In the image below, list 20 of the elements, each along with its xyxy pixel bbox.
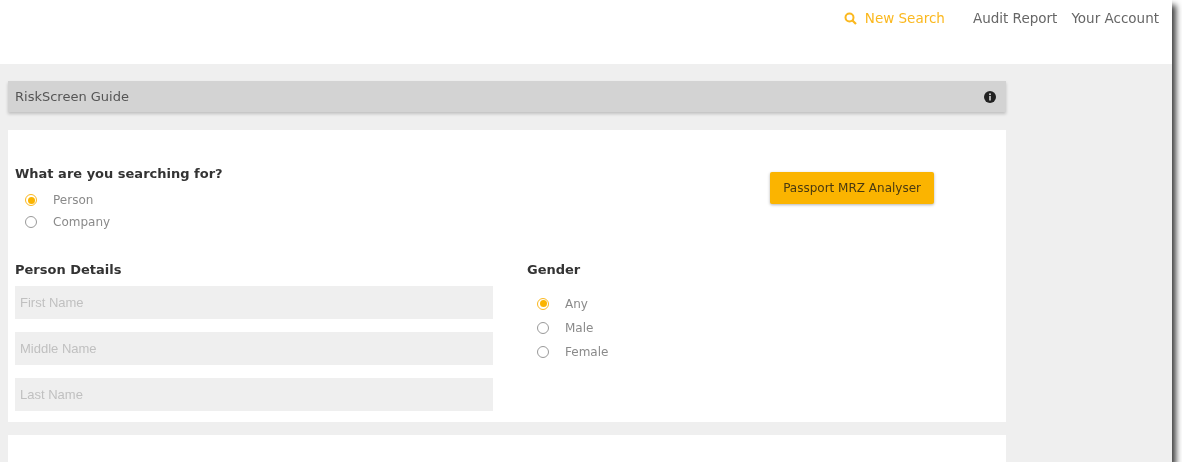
radio-button[interactable] bbox=[25, 194, 37, 206]
section-heading: Gender bbox=[527, 261, 582, 277]
info-icon[interactable] bbox=[984, 90, 996, 103]
radio-label[interactable]: Company bbox=[53, 215, 111, 229]
mrz-analyser-button[interactable]: Passport MRZ Analyser bbox=[770, 172, 934, 204]
radio-label[interactable]: Female bbox=[565, 344, 609, 359]
radio-button[interactable] bbox=[537, 321, 549, 334]
radio-label[interactable]: Person bbox=[53, 193, 94, 207]
guide-bar[interactable]: RiskScreen Guide bbox=[8, 81, 1006, 112]
section-heading: What are you searching for? bbox=[15, 166, 223, 181]
radio-label[interactable]: Male bbox=[565, 320, 594, 335]
radio-button[interactable] bbox=[537, 297, 549, 310]
nav-link[interactable]: Audit Report bbox=[965, 10, 1065, 26]
nav-link[interactable]: Your Account bbox=[1064, 10, 1166, 26]
radio-button[interactable] bbox=[537, 345, 549, 358]
section-heading: Person Details bbox=[15, 261, 123, 277]
radio-label[interactable]: Any bbox=[565, 296, 588, 311]
guide-title: RiskScreen Guide bbox=[15, 89, 129, 104]
search-icon bbox=[843, 11, 857, 25]
radio-button[interactable] bbox=[25, 216, 37, 228]
